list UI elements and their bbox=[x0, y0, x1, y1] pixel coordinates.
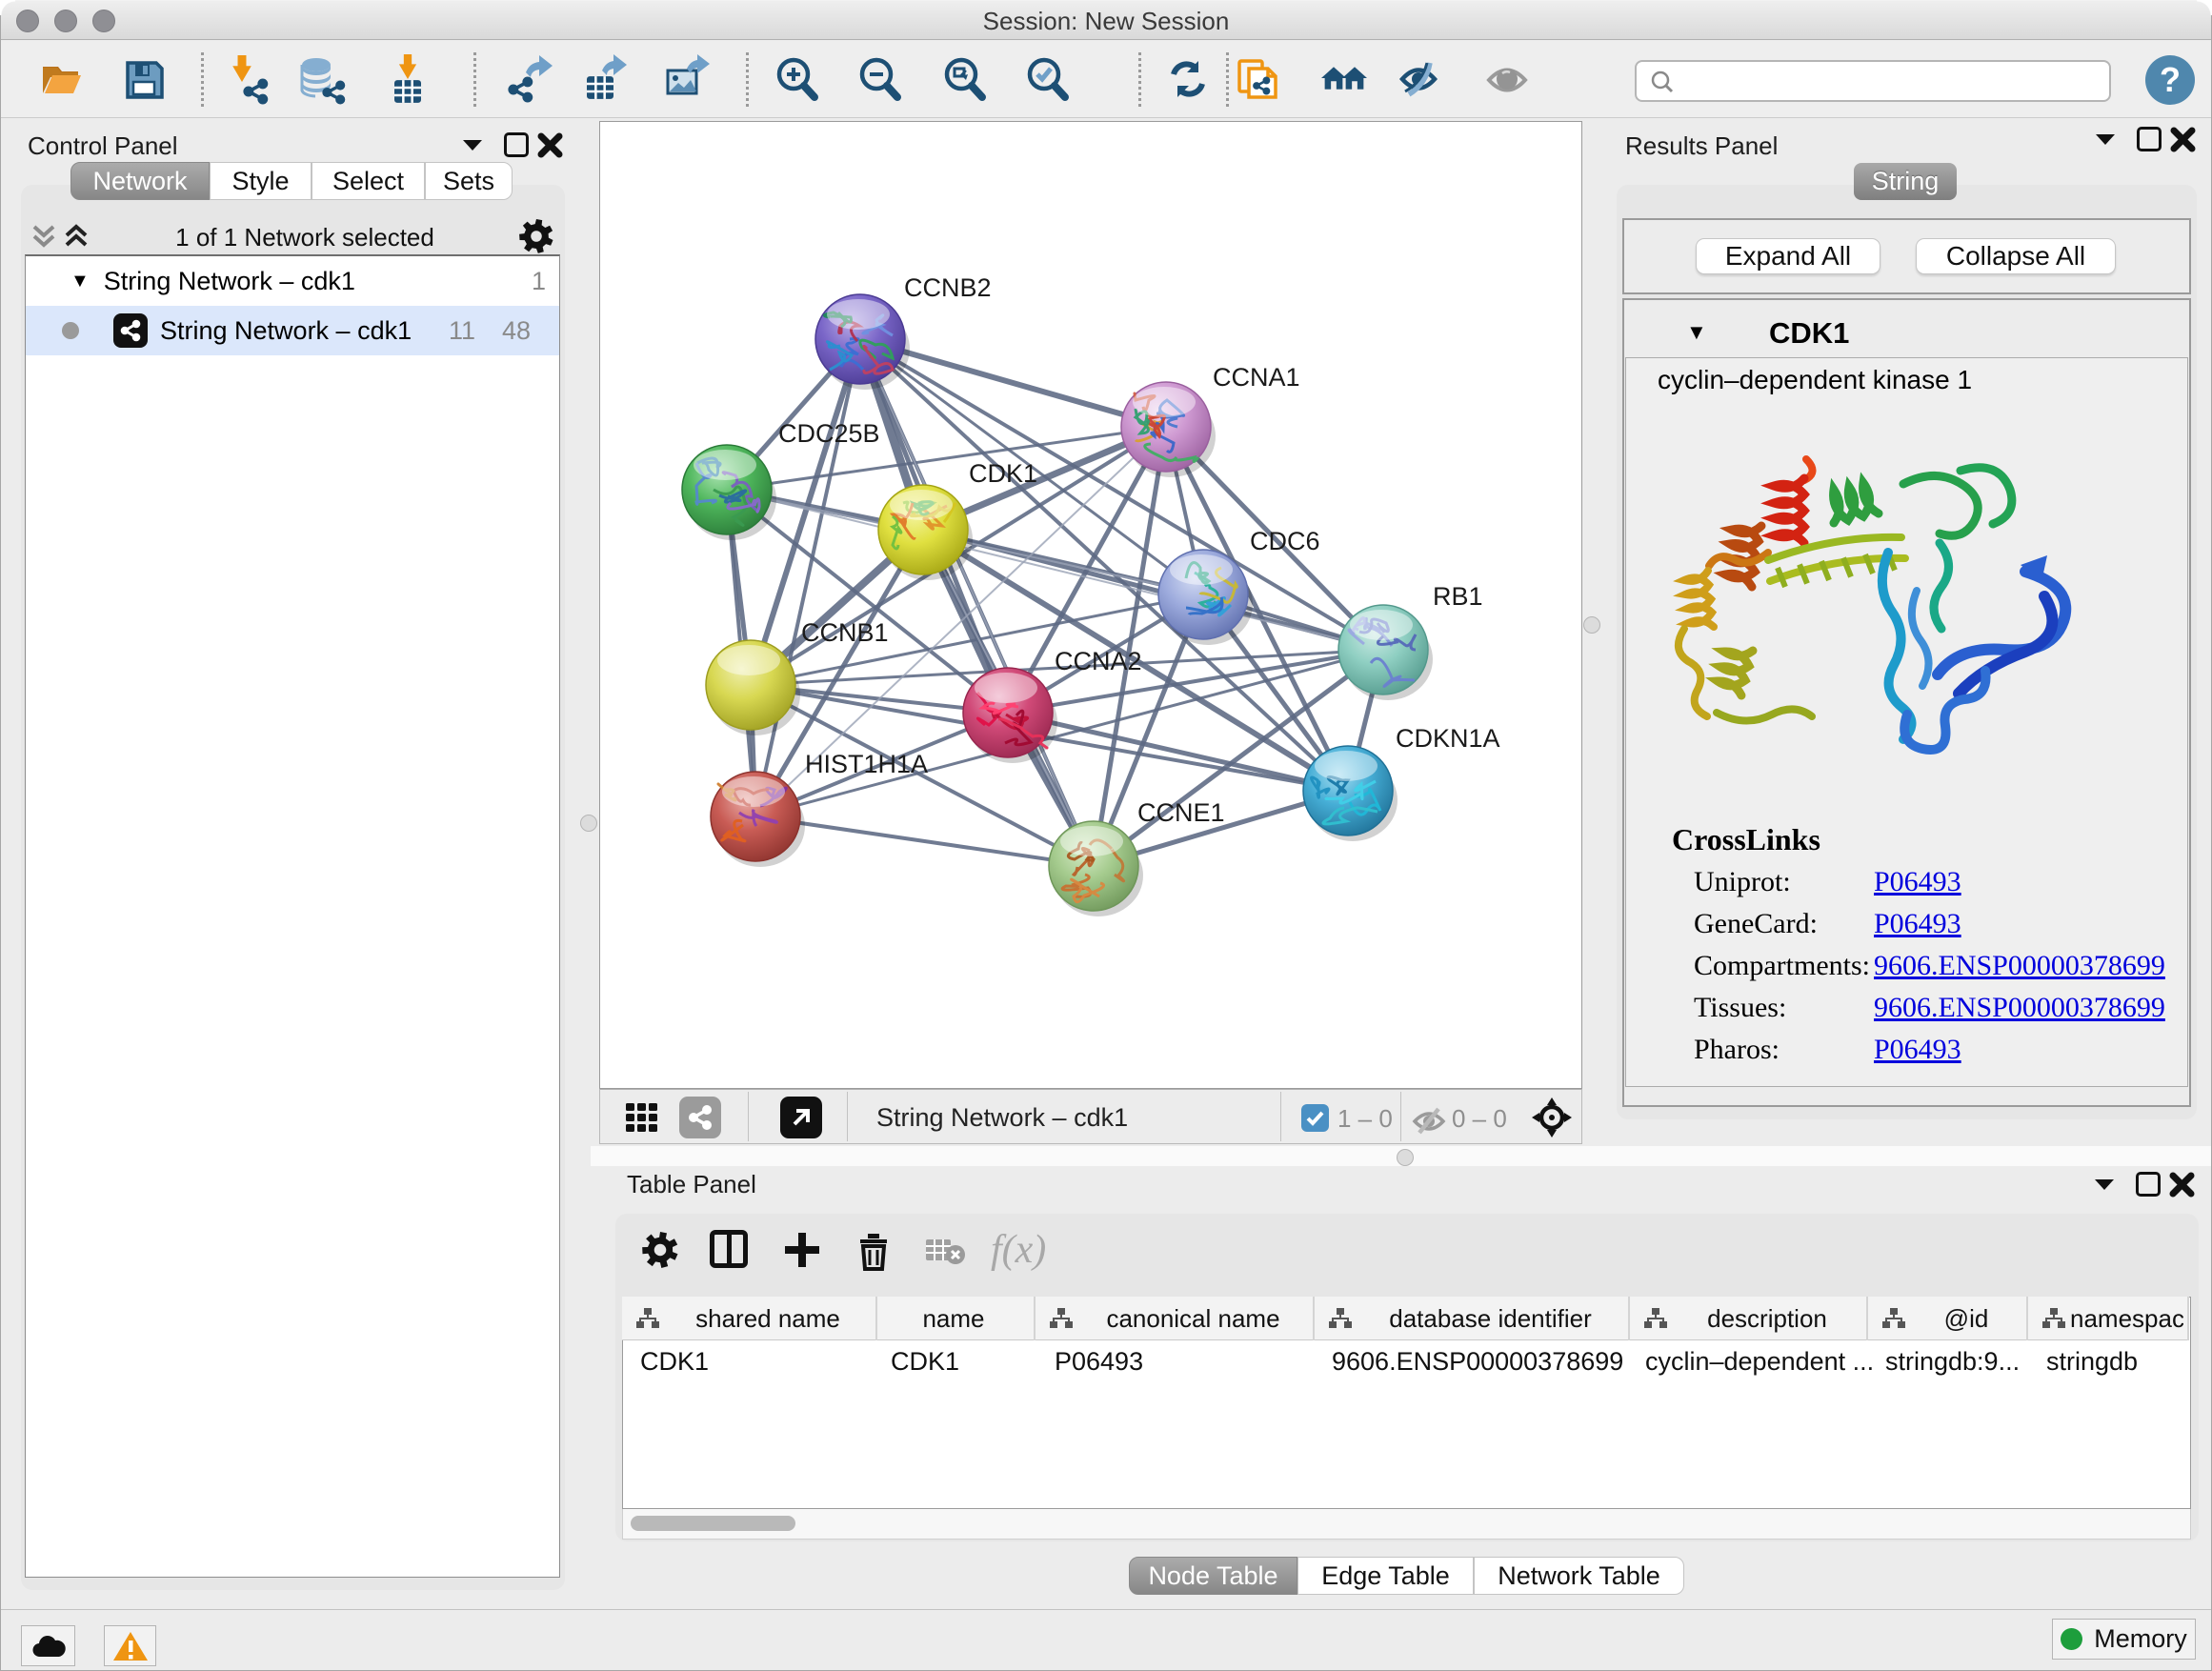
svg-text:CCNA1: CCNA1 bbox=[1213, 363, 1300, 392]
svg-text:RB1: RB1 bbox=[1433, 582, 1483, 611]
svg-text:CCNB1: CCNB1 bbox=[801, 618, 889, 647]
svg-text:CDK1: CDK1 bbox=[969, 459, 1037, 488]
svg-text:CCNA2: CCNA2 bbox=[1055, 647, 1142, 675]
svg-text:CDC25B: CDC25B bbox=[778, 419, 880, 448]
svg-text:CDKN1A: CDKN1A bbox=[1396, 724, 1500, 753]
svg-text:CDC6: CDC6 bbox=[1250, 527, 1320, 555]
svg-text:HIST1H1A: HIST1H1A bbox=[805, 750, 928, 778]
svg-text:CCNE1: CCNE1 bbox=[1137, 798, 1225, 827]
svg-text:CCNB2: CCNB2 bbox=[904, 273, 992, 302]
